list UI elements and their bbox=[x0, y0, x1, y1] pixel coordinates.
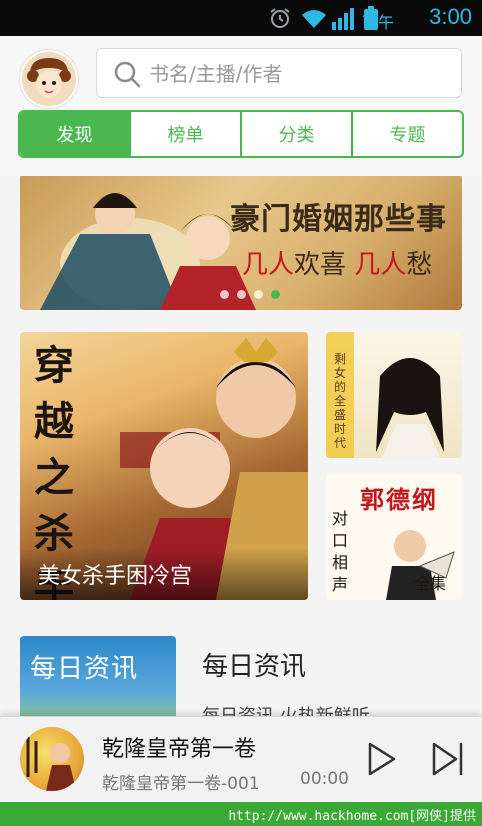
status-bar: 下午 3:00 bbox=[0, 0, 482, 36]
side-bottom-vertical: 对口相声 bbox=[332, 509, 349, 594]
tab-rankings[interactable]: 榜单 bbox=[131, 112, 242, 156]
search-icon bbox=[114, 61, 141, 88]
header: 发现 榜单 分类 专题 bbox=[0, 36, 482, 176]
carousel-dot[interactable] bbox=[254, 290, 263, 299]
search-box[interactable] bbox=[96, 48, 462, 99]
alarm-icon bbox=[270, 8, 290, 28]
signal-icon bbox=[332, 8, 354, 30]
carousel-dot-active[interactable] bbox=[271, 290, 280, 299]
watermark-bar: http://www.hackhome.com[网侠]提供 bbox=[0, 802, 482, 826]
news-thumb-text: 每日资讯 bbox=[30, 654, 139, 684]
banner-sub-d: 愁 bbox=[406, 250, 433, 280]
banner-sub-c: 几人 bbox=[354, 250, 407, 280]
now-playing-episode: 乾隆皇帝第一卷-001 bbox=[102, 774, 260, 794]
status-time: 3:00 bbox=[429, 4, 472, 29]
next-track-icon[interactable] bbox=[430, 741, 466, 777]
featured-side-card-bottom[interactable]: 郭德纲 对口相声 全集 bbox=[326, 474, 462, 600]
side-bottom-full: 全集 bbox=[413, 574, 446, 593]
banner-carousel[interactable]: 豪门婚姻那些事 几人欢喜 几人愁 bbox=[20, 176, 462, 310]
featured-main-card[interactable]: 穿越之杀手弃妃 美女杀手困冷宫 bbox=[20, 332, 308, 600]
tab-topics[interactable]: 专题 bbox=[353, 112, 462, 156]
carousel-indicator bbox=[220, 290, 280, 299]
user-avatar-icon bbox=[22, 52, 76, 106]
tab-categories[interactable]: 分类 bbox=[242, 112, 353, 156]
watermark-text: http://www.hackhome.com[网侠]提供 bbox=[228, 809, 476, 824]
wifi-icon bbox=[302, 10, 326, 28]
carousel-dot[interactable] bbox=[220, 290, 229, 299]
now-playing-time: 00:00 bbox=[300, 769, 349, 789]
news-thumbnail[interactable]: 每日资讯 bbox=[20, 636, 176, 722]
featured-side-card-top[interactable]: 剩女的全盛时代 bbox=[326, 332, 462, 458]
now-playing-title: 乾隆皇帝第一卷 bbox=[102, 737, 257, 762]
banner-subtitle: 几人欢喜 几人愁 bbox=[242, 244, 432, 281]
main-cover-caption-overlay: 美女杀手困冷宫 bbox=[20, 548, 308, 600]
banner-sub-b: 欢喜 bbox=[294, 250, 347, 280]
tab-discover[interactable]: 发现 bbox=[20, 112, 131, 156]
side-top-cover-text: 剩女的全盛时代 bbox=[334, 352, 347, 450]
banner-sub-a: 几人 bbox=[242, 250, 295, 280]
album-art-icon bbox=[26, 737, 76, 791]
discover-feed[interactable]: 豪门婚姻那些事 几人欢喜 几人愁 穿越之杀手弃妃 美女杀手困冷宫 bbox=[0, 176, 482, 722]
avatar[interactable] bbox=[20, 50, 78, 108]
news-title[interactable]: 每日资讯 bbox=[202, 646, 306, 683]
mini-player[interactable]: 乾隆皇帝第一卷 乾隆皇帝第一卷-001 00:00 bbox=[0, 716, 482, 803]
search-input[interactable] bbox=[147, 49, 451, 99]
side-bottom-title: 郭德纲 bbox=[360, 485, 438, 514]
status-ampm: 下午 bbox=[361, 13, 394, 32]
main-cover-caption: 美女杀手困冷宫 bbox=[38, 564, 193, 589]
banner-title: 豪门婚姻那些事 bbox=[230, 202, 447, 237]
carousel-dot[interactable] bbox=[237, 290, 246, 299]
play-icon[interactable] bbox=[366, 741, 398, 777]
tab-bar: 发现 榜单 分类 专题 bbox=[18, 110, 464, 158]
now-playing-cover[interactable] bbox=[20, 727, 84, 791]
